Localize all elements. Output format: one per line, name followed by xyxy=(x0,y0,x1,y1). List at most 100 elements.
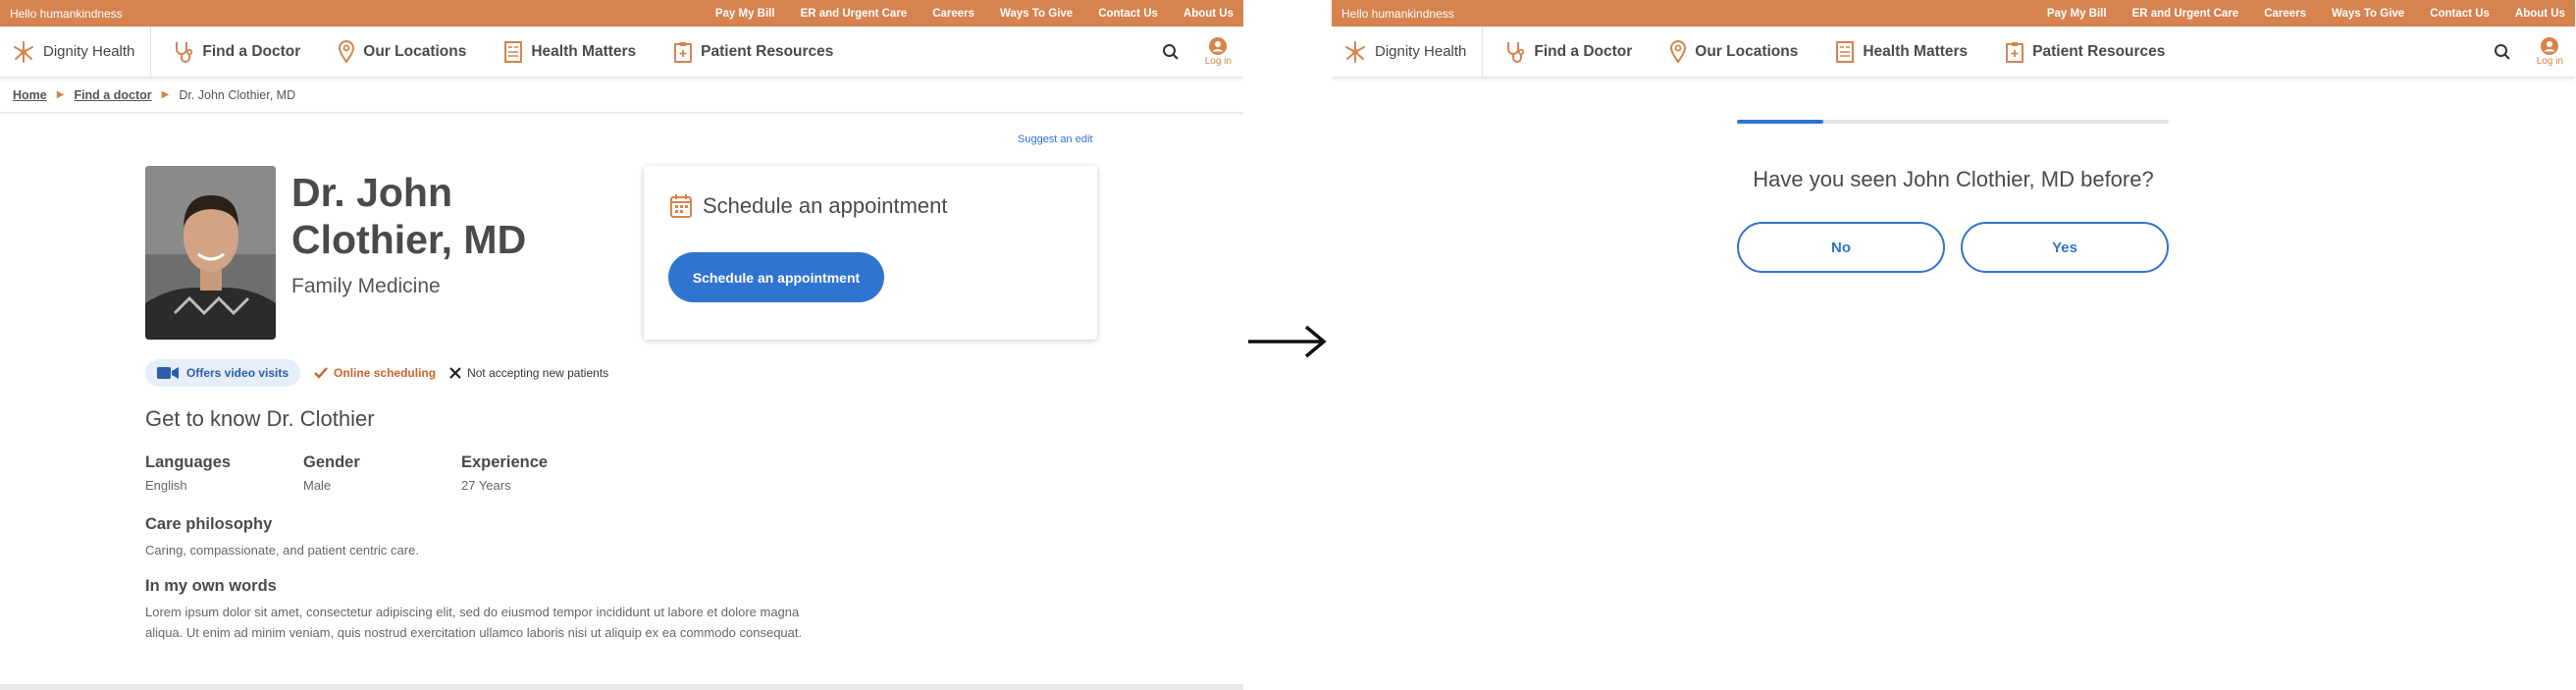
schedule-heading: Schedule an appointment xyxy=(669,193,948,219)
doctor-specialty: Family Medicine xyxy=(291,275,441,297)
about-us-link[interactable]: About Us xyxy=(1183,8,1234,20)
nav-patient-resources[interactable]: Patient Resources xyxy=(673,40,833,64)
location-pin-icon xyxy=(1670,39,1687,64)
fact-gender: Gender Male xyxy=(303,453,461,493)
er-urgent-care-link[interactable]: ER and Urgent Care xyxy=(2132,8,2239,20)
comparison-stage: Hello humankindness Pay My Bill ER and U… xyxy=(0,0,2576,690)
doctor-profile-screen: Hello humankindness Pay My Bill ER and U… xyxy=(0,0,1243,690)
checkmark-icon xyxy=(314,367,328,379)
fact-value: Male xyxy=(303,478,332,493)
brand-logo[interactable]: Dignity Health xyxy=(0,27,152,77)
starburst-logo-icon xyxy=(1345,40,1365,63)
schedule-heading-text: Schedule an appointment xyxy=(703,193,948,218)
utility-bar: Hello humankindness Pay My Bill ER and U… xyxy=(0,0,1243,27)
doctor-name: Dr. John Clothier, MD xyxy=(291,170,527,262)
doctor-facts: Languages English Gender Male Experience… xyxy=(145,453,619,493)
nav-our-locations[interactable]: Our Locations xyxy=(338,39,466,64)
online-scheduling-badge: Online scheduling xyxy=(314,366,436,380)
nav-right: Log in xyxy=(1162,36,1243,67)
nav-health-matters-label: Health Matters xyxy=(531,42,637,60)
care-philosophy-text: Caring, compassionate, and patient centr… xyxy=(145,543,419,557)
appointment-question-screen: Hello humankindness Pay My Bill ER and U… xyxy=(1332,0,2575,690)
nav-patient-resources[interactable]: Patient Resources xyxy=(2005,40,2165,64)
pay-my-bill-link[interactable]: Pay My Bill xyxy=(2047,8,2107,20)
login-label: Log in xyxy=(1204,56,1232,67)
main-nav: Dignity Health Find a Doctor Our Locatio… xyxy=(0,27,1243,78)
brand-name: Dignity Health xyxy=(1375,43,1467,60)
step-progress-fill xyxy=(1737,120,1823,124)
fact-languages: Languages English xyxy=(145,453,303,493)
fact-label: Experience xyxy=(461,453,549,471)
schedule-appointment-button[interactable]: Schedule an appointment xyxy=(668,252,884,302)
breadcrumb-separator-icon: ▶ xyxy=(56,89,65,100)
fact-value: 27 Years xyxy=(461,478,511,493)
brand-logo[interactable]: Dignity Health xyxy=(1332,27,1484,77)
contact-us-link[interactable]: Contact Us xyxy=(1098,8,1158,20)
nav-our-locations[interactable]: Our Locations xyxy=(1669,39,1799,64)
utility-links: Pay My Bill ER and Urgent Care Careers W… xyxy=(2047,8,2565,20)
pay-my-bill-link[interactable]: Pay My Bill xyxy=(715,8,775,20)
nav-health-matters[interactable]: Health Matters xyxy=(503,40,636,64)
stethoscope-icon xyxy=(176,41,193,63)
x-mark-icon xyxy=(449,367,461,379)
clipboard-icon xyxy=(674,41,693,63)
ways-to-give-link[interactable]: Ways To Give xyxy=(2332,8,2404,20)
nav-items: Find a Doctor Our Locations Health Matte… xyxy=(151,39,1161,64)
fact-experience: Experience 27 Years xyxy=(461,453,619,493)
nav-find-doctor[interactable]: Find a Doctor xyxy=(1504,40,1632,64)
breadcrumb: Home ▶ Find a doctor ▶ Dr. John Clothier… xyxy=(0,78,1243,113)
nav-health-matters[interactable]: Health Matters xyxy=(1835,40,1968,64)
video-visits-badge: Offers video visits xyxy=(145,359,301,387)
doctor-photo xyxy=(145,166,276,340)
transition-arrow-icon xyxy=(1248,325,1327,358)
suggest-edit-link[interactable]: Suggest an edit xyxy=(1018,133,1092,145)
starburst-logo-icon xyxy=(14,40,33,63)
clipboard-icon xyxy=(2006,41,2024,63)
answer-yes-button[interactable]: Yes xyxy=(1961,222,2169,273)
breadcrumb-find-doctor-link[interactable]: Find a doctor xyxy=(74,88,151,102)
contact-us-link[interactable]: Contact Us xyxy=(2430,8,2490,20)
nav-patient-resources-label: Patient Resources xyxy=(2032,42,2166,60)
nav-find-doctor-label: Find a Doctor xyxy=(1534,42,1633,60)
search-icon[interactable] xyxy=(1162,43,1180,61)
breadcrumb-home-link[interactable]: Home xyxy=(13,88,47,102)
answer-no-button[interactable]: No xyxy=(1737,222,1945,273)
nav-items: Find a Doctor Our Locations Health Matte… xyxy=(1483,39,2493,64)
own-words-text: Lorem ipsum dolor sit amet, consectetur … xyxy=(145,605,803,640)
ways-to-give-link[interactable]: Ways To Give xyxy=(1000,8,1073,20)
search-icon[interactable] xyxy=(2494,43,2511,61)
brand-name: Dignity Health xyxy=(43,43,135,60)
careers-link[interactable]: Careers xyxy=(932,8,974,20)
seen-before-question: Have you seen John Clothier, MD before? xyxy=(1753,167,2154,191)
login-button[interactable]: Log in xyxy=(1205,36,1232,67)
nav-find-doctor-label: Find a Doctor xyxy=(202,42,301,60)
nav-health-matters-label: Health Matters xyxy=(1863,42,1969,60)
location-pin-icon xyxy=(339,39,355,64)
login-button[interactable]: Log in xyxy=(2537,36,2563,67)
own-words-label: In my own words xyxy=(145,577,277,595)
fact-label: Gender xyxy=(303,453,360,471)
fact-label: Languages xyxy=(145,453,232,471)
nav-our-locations-label: Our Locations xyxy=(1695,42,1799,60)
about-us-link[interactable]: About Us xyxy=(2515,8,2565,20)
care-philosophy-label: Care philosophy xyxy=(145,515,273,533)
breadcrumb-separator-icon: ▶ xyxy=(161,89,170,100)
utility-bar: Hello humankindness Pay My Bill ER and U… xyxy=(1332,0,2575,27)
main-nav: Dignity Health Find a Doctor Our Locatio… xyxy=(1332,27,2575,78)
careers-link[interactable]: Careers xyxy=(2264,8,2306,20)
utility-links: Pay My Bill ER and Urgent Care Careers W… xyxy=(715,8,1234,20)
video-camera-icon xyxy=(157,367,179,379)
online-scheduling-label: Online scheduling xyxy=(334,366,437,380)
video-visits-label: Offers video visits xyxy=(186,366,289,380)
not-accepting-label: Not accepting new patients xyxy=(467,366,609,380)
breadcrumb-current: Dr. John Clothier, MD xyxy=(179,87,296,102)
step-progress-bar xyxy=(1737,120,2169,124)
nav-patient-resources-label: Patient Resources xyxy=(701,42,834,60)
login-label: Log in xyxy=(2536,56,2563,67)
greeting-text: Hello humankindness xyxy=(10,6,123,21)
not-accepting-badge: Not accepting new patients xyxy=(449,366,608,380)
schedule-card: Schedule an appointment Schedule an appo… xyxy=(644,166,1097,340)
greeting-text: Hello humankindness xyxy=(1341,6,1454,21)
er-urgent-care-link[interactable]: ER and Urgent Care xyxy=(801,8,908,20)
nav-find-doctor[interactable]: Find a Doctor xyxy=(173,40,300,64)
